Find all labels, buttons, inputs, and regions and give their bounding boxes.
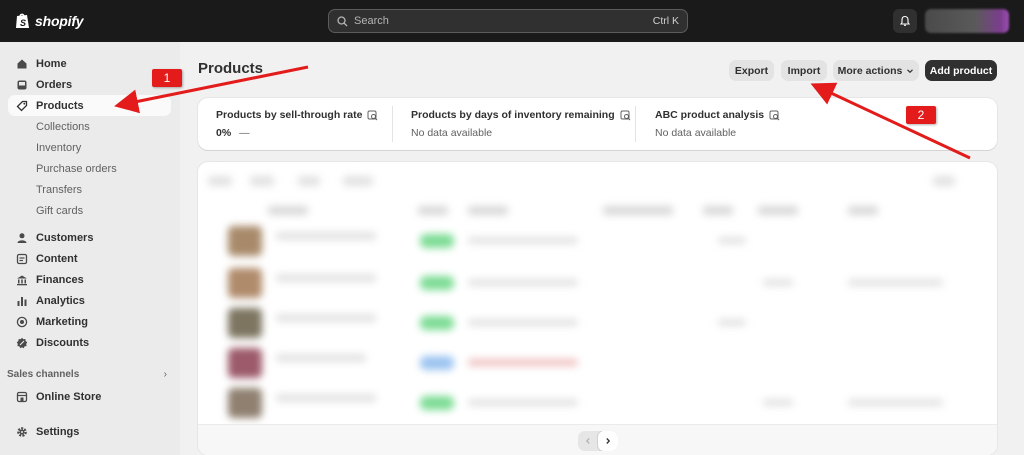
sidebar-subitem-gift-cards[interactable]: Gift cards [36, 200, 83, 221]
bell-icon [899, 15, 911, 26]
sidebar-item-label: Products [36, 99, 84, 112]
home-icon [16, 58, 28, 70]
sidebar-subitem-purchase-orders[interactable]: Purchase orders [36, 158, 117, 179]
top-bar: S shopify Search Ctrl K [0, 0, 1024, 42]
bank-icon [16, 274, 28, 286]
pagination [578, 431, 618, 451]
divider [392, 106, 393, 142]
notifications-button[interactable] [893, 9, 917, 33]
chevron-left-icon [585, 438, 590, 444]
sidebar-item-customers[interactable]: Customers [8, 227, 171, 248]
next-page-button[interactable] [598, 431, 618, 451]
sales-channels-label: Sales channels [7, 369, 80, 380]
metric-days-of-inventory[interactable]: Products by days of inventory remaining … [411, 98, 641, 150]
sidebar-subitem-collections[interactable]: Collections [36, 116, 90, 137]
sidebar-item-label: Orders [36, 78, 73, 91]
tag-icon [16, 100, 28, 112]
sidebar-item-label: Marketing [36, 315, 88, 328]
sidebar-item-label: Discounts [36, 336, 90, 349]
store-icon [16, 391, 28, 403]
search-input[interactable]: Search Ctrl K [328, 9, 688, 33]
analytics-bar: Products by sell-through rate 0% — Produ… [198, 98, 997, 150]
report-icon [620, 110, 631, 120]
sidebar: Home Orders Products Collections Invento… [0, 42, 180, 455]
pagination-area [198, 424, 997, 455]
bar-chart-icon [16, 295, 28, 307]
metric-title: Products by sell-through rate [216, 109, 378, 121]
target-icon [16, 316, 28, 328]
sidebar-item-label: Analytics [36, 294, 85, 307]
add-product-button[interactable]: Add product [925, 60, 997, 81]
sidebar-item-home[interactable]: Home [8, 53, 171, 74]
search-shortcut: Ctrl K [652, 15, 679, 27]
metric-sell-through[interactable]: Products by sell-through rate 0% — [216, 98, 406, 150]
inbox-icon [16, 79, 28, 91]
sidebar-item-label: Customers [36, 231, 94, 244]
import-button[interactable]: Import [781, 60, 827, 81]
shopify-logo[interactable]: S shopify [15, 12, 84, 29]
gear-icon [16, 426, 28, 438]
chevron-down-icon [907, 68, 914, 73]
metric-title-text: Products by sell-through rate [216, 109, 363, 121]
metric-percent: 0% [216, 127, 232, 139]
sidebar-item-online-store[interactable]: Online Store [8, 386, 171, 407]
metric-abc-analysis[interactable]: ABC product analysis No data available [655, 98, 855, 150]
metric-value: No data available [655, 127, 737, 139]
sidebar-item-finances[interactable]: Finances [8, 269, 171, 290]
sidebar-subitem-transfers[interactable]: Transfers [36, 179, 82, 200]
sidebar-item-content[interactable]: Content [8, 248, 171, 269]
chevron-right-icon [606, 438, 611, 444]
svg-text:S: S [20, 18, 26, 28]
export-button[interactable]: Export [729, 60, 774, 81]
page-title: Products [198, 60, 264, 77]
sidebar-item-label: Online Store [36, 390, 102, 403]
more-actions-label: More actions [837, 64, 903, 77]
sidebar-item-discounts[interactable]: Discounts [8, 332, 171, 353]
sidebar-item-products[interactable]: Products [8, 95, 171, 116]
shopify-bag-icon: S [16, 13, 29, 28]
sidebar-item-analytics[interactable]: Analytics [8, 290, 171, 311]
search-placeholder: Search [354, 15, 389, 27]
content-icon [16, 253, 28, 265]
metric-value: 0% — [216, 127, 250, 139]
sales-channels-header[interactable]: Sales channels › [7, 369, 167, 380]
sidebar-item-label: Finances [36, 273, 84, 286]
brand-name: shopify [35, 12, 84, 29]
metric-title-text: Products by days of inventory remaining [411, 109, 615, 121]
blurred-table-content [198, 162, 997, 424]
search-icon [337, 15, 348, 26]
sidebar-item-label: Home [36, 57, 67, 70]
more-actions-button[interactable]: More actions [833, 60, 919, 81]
previous-page-button[interactable] [578, 431, 598, 451]
step-marker-2: 2 [906, 106, 936, 124]
metric-title-text: ABC product analysis [655, 109, 765, 121]
metric-dash: — [239, 127, 250, 139]
step-marker-1: 1 [152, 69, 182, 87]
sidebar-item-marketing[interactable]: Marketing [8, 311, 171, 332]
report-icon [769, 110, 780, 120]
sidebar-subitem-inventory[interactable]: Inventory [36, 137, 81, 158]
sidebar-item-label: Settings [36, 425, 80, 438]
discount-icon [16, 337, 28, 349]
products-table [198, 162, 997, 455]
report-icon [367, 110, 378, 120]
metric-value: No data available [411, 127, 493, 139]
person-icon [16, 232, 28, 244]
sidebar-item-settings[interactable]: Settings [8, 421, 171, 442]
metric-title: Products by days of inventory remaining [411, 109, 631, 121]
divider [635, 106, 636, 142]
sidebar-item-orders[interactable]: Orders [8, 74, 171, 95]
sidebar-item-label: Content [36, 252, 78, 265]
metric-title: ABC product analysis [655, 109, 780, 121]
account-menu[interactable] [925, 9, 1009, 33]
chevron-right-icon: › [163, 369, 167, 380]
